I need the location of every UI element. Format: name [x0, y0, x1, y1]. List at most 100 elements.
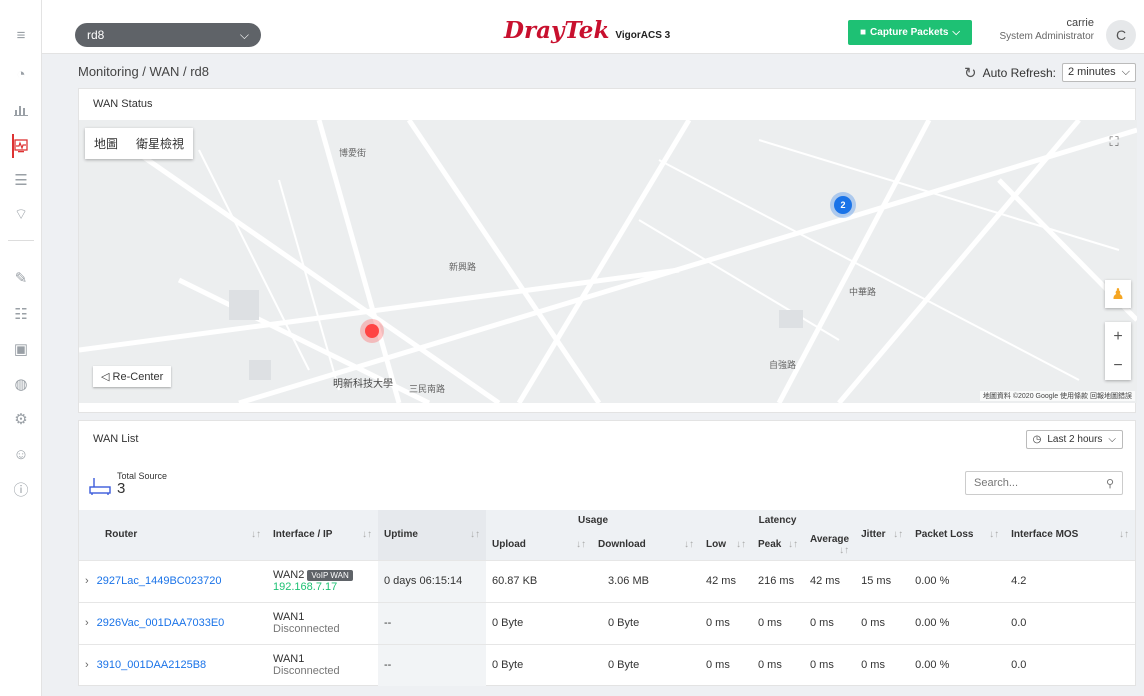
interface-name: WAN1 [273, 611, 305, 623]
user-name: carrie [1066, 17, 1094, 29]
recenter-label: Re-Center [112, 371, 164, 383]
avatar[interactable]: C [1106, 20, 1136, 50]
column-header-peak[interactable]: Peak ↓↑ [752, 530, 804, 560]
column-header-uptime[interactable]: Uptime ↓↑ [378, 510, 486, 560]
report-icon[interactable]: ☷ [0, 300, 42, 328]
packet-loss-cell: 0.00 % [909, 559, 1006, 602]
map-street-label: 中華路 [849, 287, 877, 297]
column-header-download[interactable]: Download ↓↑ [592, 530, 700, 560]
latency-average-cell: 42 ms [804, 559, 856, 602]
router-link[interactable]: 3910_001DAA2125B8 [97, 659, 206, 671]
mos-cell: 0.0 [1005, 643, 1135, 686]
product-name: VigorACS 3 [615, 30, 671, 41]
clock-icon: ◷ [1032, 434, 1042, 445]
router-cluster-marker[interactable]: 2 [834, 196, 852, 214]
auto-refresh-value: 2 minutes [1067, 66, 1116, 78]
column-header-upload[interactable]: Upload ↓↑ [486, 530, 592, 560]
voip-wan-badge: VoIP WAN [307, 569, 353, 581]
time-range-value: Last 2 hours [1047, 434, 1103, 445]
map-street-label: 自強路 [769, 360, 797, 370]
sidebar-divider [8, 240, 34, 241]
router-selector-value: rd8 [87, 28, 105, 42]
router-selector[interactable]: rd8 ⌵ [75, 23, 261, 47]
table-row[interactable]: › 2927Lac_1449BC023720 WAN2 VoIP WAN 192.16… [79, 559, 1135, 602]
interface-name: WAN1 [273, 653, 305, 666]
column-header-packet-loss[interactable]: Packet Loss ↓↑ [909, 510, 1006, 560]
tab-satellite[interactable]: 衛星檢視 [127, 128, 193, 159]
upload-cell: 0 Byte [486, 643, 592, 686]
navigation-arrow-icon: ◁ [101, 371, 110, 383]
map[interactable]: 地圖 衛星檢視 ⛶ 明新科技大學 三民南路 自強路 中華路 博愛街 新興路 2 … [79, 120, 1137, 403]
refresh-icon[interactable]: ↻ [964, 64, 977, 82]
column-header-average[interactable]: Average ↓↑ [804, 530, 856, 560]
time-range-select[interactable]: ◷ Last 2 hours ⌵ [1025, 430, 1123, 449]
tab-map[interactable]: 地圖 [85, 128, 127, 159]
fullscreen-icon[interactable]: ⛶ [1101, 129, 1127, 155]
column-header-low[interactable]: Low ↓↑ [700, 530, 752, 560]
zoom-out-icon[interactable]: − [1113, 357, 1122, 375]
users-icon[interactable]: ☺ [0, 440, 42, 468]
sliders-icon[interactable]: ☰ [0, 166, 42, 194]
capture-packets-label: Capture Packets [870, 27, 949, 38]
sort-icon: ↓↑ [470, 529, 480, 541]
wrench-icon[interactable]: ✎ [0, 264, 42, 292]
app-logo: DrayTek VigorACS 3 [504, 17, 670, 44]
upload-cell: 0 Byte [486, 601, 592, 644]
auto-refresh-select[interactable]: 2 minutes ⌵ [1061, 63, 1136, 82]
brand-name: DrayTek [504, 17, 610, 44]
sidebar: ≡ ◔ ☰ ⌔ ✎ ☷ ▣ ◍ ⚙ ☺ ⓘ [0, 0, 42, 696]
router-link[interactable]: 2926Vac_001DAA7033E0 [97, 617, 225, 629]
zoom-in-icon[interactable]: + [1113, 328, 1122, 346]
expand-chevron-icon[interactable]: › [85, 575, 89, 587]
wan-list-table: Router ↓↑ Interface / IP ↓↑ Uptime ↓↑ Usage… [79, 510, 1135, 686]
sort-icon: ↓↑ [251, 529, 261, 541]
map-street-label: 新興路 [449, 262, 477, 272]
interface-name: WAN2 [273, 569, 305, 581]
user-info[interactable]: carrie System Administrator [1000, 17, 1094, 43]
globe-icon[interactable]: ◍ [0, 370, 42, 398]
table-row[interactable]: › 3910_001DAA2125B8 WAN1 Disconnected -- 0… [79, 643, 1135, 686]
sort-icon: ↓↑ [736, 539, 746, 551]
wan-list-panel: WAN List ◷ Last 2 hours ⌵ Total Source 3… [78, 420, 1136, 686]
latency-low-cell: 0 ms [700, 643, 752, 686]
map-attribution: 地圖資料 ©2020 Google 使用條款 回報地圖錯誤 [979, 391, 1135, 401]
download-cell: 0 Byte [592, 643, 700, 686]
total-source: Total Source 3 [89, 471, 167, 496]
column-header-mos[interactable]: Interface MOS ↓↑ [1005, 510, 1135, 560]
info-icon[interactable]: ⓘ [0, 475, 42, 503]
sort-icon: ↓↑ [788, 539, 798, 551]
map-street-label: 博愛街 [339, 148, 367, 158]
column-header-jitter[interactable]: Jitter ↓↑ [855, 510, 910, 560]
chevron-down-icon: ⌵ [1121, 66, 1130, 78]
breadcrumb: Monitoring / WAN / rd8 [78, 64, 210, 79]
dashboard-gauge-icon[interactable]: ◔ [0, 60, 42, 88]
search-input[interactable]: Search... ⚲ [965, 471, 1123, 495]
upload-cell: 60.87 KB [486, 559, 592, 602]
router-location-marker[interactable] [365, 324, 379, 338]
column-header-interface[interactable]: Interface / IP ↓↑ [267, 510, 378, 560]
monitoring-icon[interactable] [0, 132, 42, 160]
gear-icon[interactable]: ⚙ [0, 405, 42, 433]
menu-icon[interactable]: ≡ [0, 21, 42, 49]
auto-refresh-label: Auto Refresh: [982, 65, 1056, 80]
router-link[interactable]: 2927Lac_1449BC023720 [97, 575, 222, 587]
jitter-cell: 15 ms [855, 559, 910, 602]
bar-chart-icon[interactable] [0, 95, 42, 123]
provision-icon[interactable]: ▣ [0, 335, 42, 363]
street-view-pegman-icon[interactable]: ♟ [1105, 280, 1131, 308]
jitter-cell: 0 ms [855, 643, 910, 686]
capture-packets-button[interactable]: ■ Capture Packets ⌵ [848, 20, 972, 45]
router-wifi-icon[interactable]: ⌔ [0, 200, 42, 228]
map-place-label: 明新科技大學 [333, 379, 393, 390]
recenter-button[interactable]: ◁ Re-Center [93, 366, 172, 387]
auto-refresh: ↻ Auto Refresh: 2 minutes ⌵ [964, 63, 1136, 82]
expand-chevron-icon[interactable]: › [85, 659, 89, 671]
chevron-down-icon: ⌵ [952, 27, 960, 38]
wan-status-panel: WAN Status 地圖 衛星檢視 ⛶ 明新科技大學 三民南路 自強路 中華路… [78, 88, 1137, 413]
uptime-cell: -- [378, 601, 486, 644]
column-group-latency: Latency [700, 510, 856, 530]
expand-chevron-icon[interactable]: › [85, 617, 89, 629]
table-row[interactable]: › 2926Vac_001DAA7033E0 WAN1 Disconnected -… [79, 601, 1135, 644]
column-header-router[interactable]: Router ↓↑ [79, 510, 267, 560]
total-source-count: 3 [117, 480, 126, 497]
